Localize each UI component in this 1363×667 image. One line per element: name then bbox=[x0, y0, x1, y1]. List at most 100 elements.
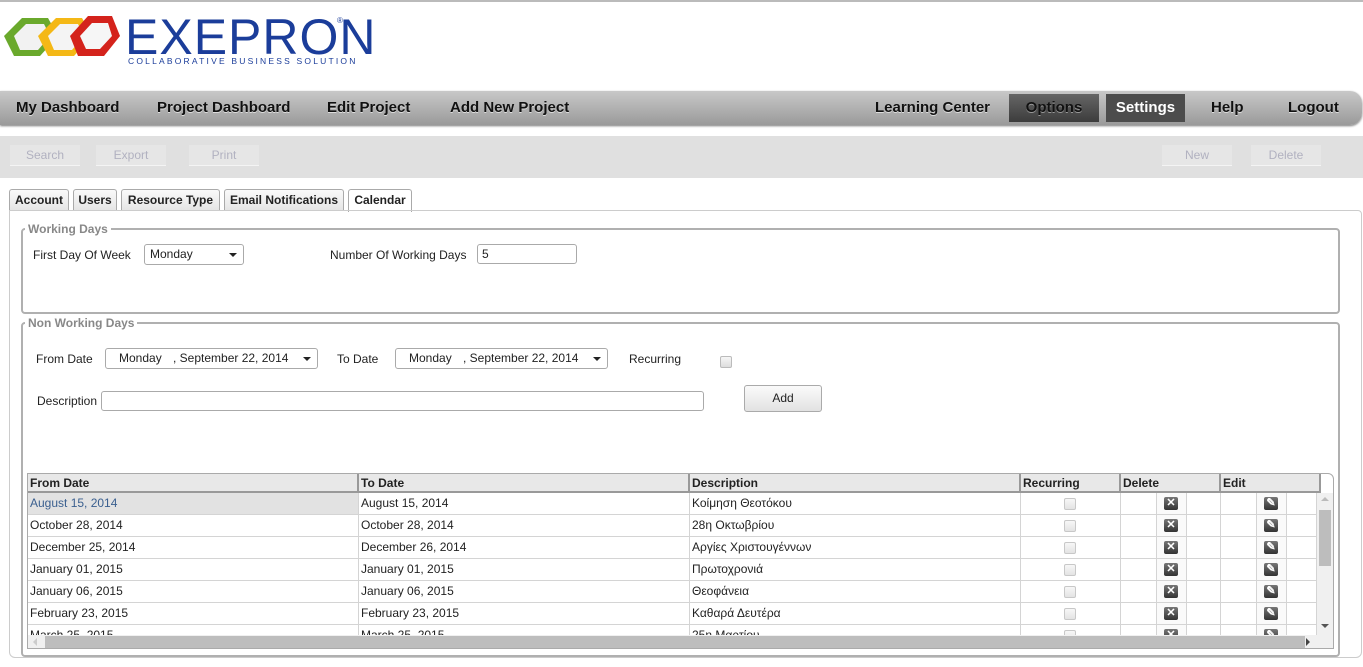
logo-tagline: COLLABORATIVE BUSINESS SOLUTION bbox=[128, 56, 358, 66]
vertical-scroll-thumb[interactable] bbox=[1319, 510, 1331, 566]
cell-description[interactable]: Αργίες Χριστουγέννων bbox=[690, 537, 1021, 559]
cell-to-date[interactable]: August 15, 2014 bbox=[359, 493, 690, 515]
from-date-picker[interactable]: Monday , September 22, 2014 bbox=[105, 348, 318, 369]
tab-users[interactable]: Users bbox=[73, 189, 117, 211]
nav-logout[interactable]: Logout bbox=[1288, 91, 1339, 125]
cell-from-date[interactable]: October 28, 2014 bbox=[28, 515, 359, 537]
edit-pencil-icon[interactable]: ✎ bbox=[1264, 563, 1278, 576]
working-days-section: Working Days bbox=[21, 222, 1340, 314]
delete-button[interactable]: Delete bbox=[1251, 145, 1321, 166]
cell-description[interactable]: Θεοφάνεια bbox=[690, 581, 1021, 603]
table-row[interactable]: January 01, 2015 January 01, 2015 Πρωτοχρο… bbox=[28, 559, 1318, 581]
nav-add-new-project[interactable]: Add New Project bbox=[450, 91, 569, 125]
non-working-days-grid: From Date To Date Description Recurring … bbox=[27, 473, 1334, 649]
nav-options[interactable]: Options bbox=[1009, 94, 1099, 122]
nav-learning-center[interactable]: Learning Center bbox=[875, 91, 990, 125]
col-header-description[interactable]: Description bbox=[690, 474, 1021, 493]
delete-icon[interactable]: ✕ bbox=[1164, 585, 1178, 598]
recurring-checkbox[interactable] bbox=[1064, 542, 1076, 554]
cell-to-date[interactable]: December 26, 2014 bbox=[359, 537, 690, 559]
table-row[interactable]: October 28, 2014 October 28, 2014 28η Οκτω… bbox=[28, 515, 1318, 537]
edit-pencil-icon[interactable]: ✎ bbox=[1264, 607, 1278, 620]
col-header-edit[interactable]: Edit bbox=[1221, 474, 1321, 493]
to-day: Monday bbox=[409, 351, 452, 365]
cell-description[interactable]: 28η Οκτωβρίου bbox=[690, 515, 1021, 537]
edit-pencil-icon[interactable]: ✎ bbox=[1264, 519, 1278, 532]
table-row[interactable]: December 25, 2014 December 26, 2014 Αργίες… bbox=[28, 537, 1318, 559]
delete-icon[interactable]: ✕ bbox=[1164, 563, 1178, 576]
cell-to-date[interactable]: October 28, 2014 bbox=[359, 515, 690, 537]
edit-pencil-icon[interactable]: ✎ bbox=[1264, 497, 1278, 510]
col-header-recurring[interactable]: Recurring bbox=[1021, 474, 1121, 493]
recurring-checkbox[interactable] bbox=[1064, 498, 1076, 510]
cell-to-date[interactable]: January 06, 2015 bbox=[359, 581, 690, 603]
from-date-value: , September 22, 2014 bbox=[173, 351, 289, 365]
table-row[interactable]: August 15, 2014 August 15, 2014 Κοίμηση Θε… bbox=[28, 493, 1318, 515]
cell-description[interactable]: Πρωτοχρονιά bbox=[690, 559, 1021, 581]
chevron-down-icon bbox=[303, 357, 311, 361]
cell-to-date[interactable]: January 01, 2015 bbox=[359, 559, 690, 581]
scroll-up-icon[interactable] bbox=[1321, 497, 1329, 501]
working-days-legend: Working Days bbox=[28, 222, 108, 236]
cell-from-date[interactable]: February 23, 2015 bbox=[28, 603, 359, 625]
recurring-checkbox[interactable] bbox=[1064, 520, 1076, 532]
col-header-to-date[interactable]: To Date bbox=[359, 474, 690, 493]
horizontal-scrollbar[interactable] bbox=[28, 635, 1333, 648]
edit-pencil-icon[interactable]: ✎ bbox=[1264, 585, 1278, 598]
chevron-down-icon bbox=[229, 253, 237, 257]
delete-icon[interactable]: ✕ bbox=[1164, 541, 1178, 554]
nav-help[interactable]: Help bbox=[1211, 91, 1244, 125]
search-button[interactable]: Search bbox=[10, 145, 80, 166]
num-working-days-input[interactable]: 5 bbox=[477, 244, 577, 264]
description-input[interactable] bbox=[101, 391, 704, 411]
col-header-from-date[interactable]: From Date bbox=[28, 474, 359, 493]
tab-calendar[interactable]: Calendar bbox=[348, 189, 412, 212]
first-day-label: First Day Of Week bbox=[33, 248, 131, 262]
scroll-left-icon[interactable] bbox=[33, 638, 37, 646]
table-row[interactable]: January 06, 2015 January 06, 2015 Θεοφάνει… bbox=[28, 581, 1318, 603]
cell-from-date[interactable]: January 06, 2015 bbox=[28, 581, 359, 603]
export-button[interactable]: Export bbox=[96, 145, 166, 166]
exepron-logo: EXEPRON ® COLLABORATIVE BUSINESS SOLUTIO… bbox=[0, 9, 376, 70]
delete-icon[interactable]: ✕ bbox=[1164, 607, 1178, 620]
delete-icon[interactable]: ✕ bbox=[1164, 497, 1178, 510]
table-row[interactable]: February 23, 2015 February 23, 2015 Καθαρά… bbox=[28, 603, 1318, 625]
cell-from-date[interactable]: August 15, 2014 bbox=[28, 493, 359, 515]
recurring-checkbox[interactable] bbox=[1064, 564, 1076, 576]
cell-description[interactable]: Κοίμηση Θεοτόκου bbox=[690, 493, 1021, 515]
cell-description[interactable]: Καθαρά Δευτέρα bbox=[690, 603, 1021, 625]
from-day: Monday bbox=[119, 351, 162, 365]
delete-icon[interactable]: ✕ bbox=[1164, 519, 1178, 532]
print-button[interactable]: Print bbox=[189, 145, 259, 166]
add-button[interactable]: Add bbox=[744, 385, 822, 412]
recurring-checkbox[interactable] bbox=[720, 356, 732, 368]
tab-email-notifications[interactable]: Email Notifications bbox=[224, 189, 344, 211]
top-border bbox=[0, 0, 1363, 2]
vertical-scrollbar[interactable] bbox=[1317, 493, 1333, 635]
nav-edit-project[interactable]: Edit Project bbox=[327, 91, 410, 125]
cell-from-date[interactable]: January 01, 2015 bbox=[28, 559, 359, 581]
new-button[interactable]: New bbox=[1162, 145, 1232, 166]
scroll-right-icon[interactable] bbox=[1306, 638, 1310, 646]
cell-from-date[interactable]: December 25, 2014 bbox=[28, 537, 359, 559]
recurring-label: Recurring bbox=[629, 352, 682, 366]
tab-account[interactable]: Account bbox=[9, 189, 69, 211]
col-header-delete[interactable]: Delete bbox=[1121, 474, 1221, 493]
nav-settings[interactable]: Settings bbox=[1106, 94, 1185, 122]
tab-resource-type[interactable]: Resource Type bbox=[121, 189, 220, 211]
nav-project-dashboard[interactable]: Project Dashboard bbox=[157, 91, 290, 125]
registered-mark: ® bbox=[337, 16, 343, 25]
first-day-select[interactable]: Monday bbox=[144, 244, 244, 265]
recurring-checkbox[interactable] bbox=[1064, 586, 1076, 598]
toolbar: Search Export Print New Delete bbox=[0, 136, 1363, 178]
horizontal-scroll-thumb[interactable] bbox=[45, 636, 1305, 648]
main-nav: My Dashboard Project Dashboard Edit Proj… bbox=[0, 91, 1362, 125]
to-date-value: , September 22, 2014 bbox=[463, 351, 579, 365]
nav-my-dashboard[interactable]: My Dashboard bbox=[16, 91, 119, 125]
num-working-days-label: Number Of Working Days bbox=[330, 248, 467, 262]
recurring-checkbox[interactable] bbox=[1064, 608, 1076, 620]
scroll-down-icon[interactable] bbox=[1321, 624, 1329, 628]
cell-to-date[interactable]: February 23, 2015 bbox=[359, 603, 690, 625]
to-date-picker[interactable]: Monday , September 22, 2014 bbox=[395, 348, 608, 369]
edit-pencil-icon[interactable]: ✎ bbox=[1264, 541, 1278, 554]
